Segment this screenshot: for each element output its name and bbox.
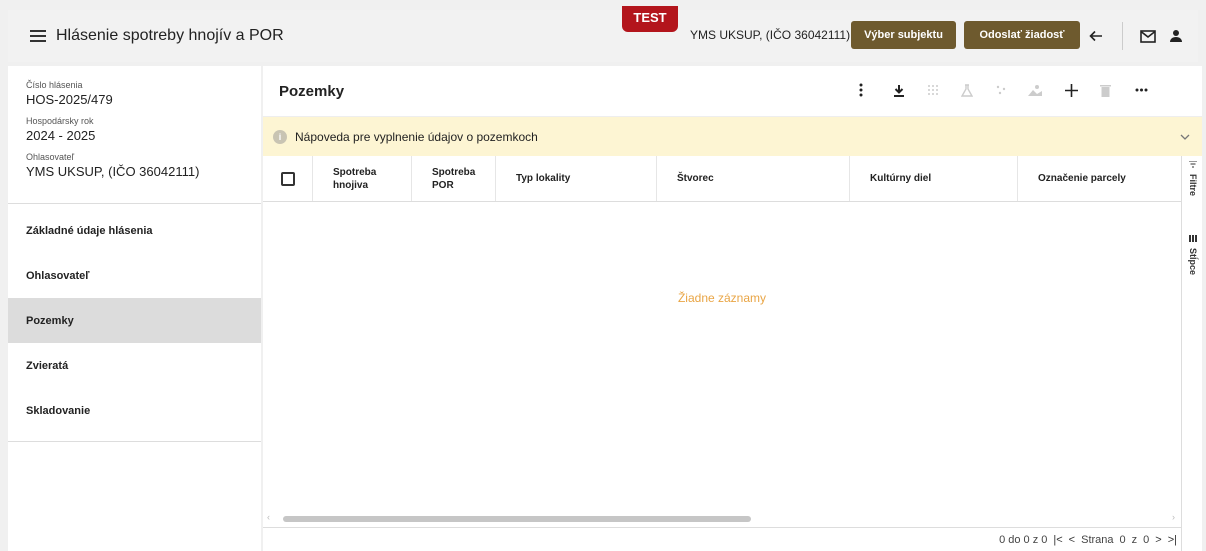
report-number-value: HOS-2025/479 [26, 92, 113, 107]
trash-icon[interactable] [1095, 80, 1115, 100]
sidebar-item-storage[interactable]: Skladovanie [8, 388, 261, 433]
columns-tab[interactable]: Stĺpce [1185, 234, 1201, 275]
field-icon[interactable] [1025, 80, 1045, 100]
row-range: 0 do 0 z 0 [999, 533, 1048, 546]
info-icon: i [273, 129, 287, 144]
scrollbar-thumb[interactable] [283, 516, 751, 522]
column-header-parcel-id[interactable]: Označenie parcely [1018, 156, 1181, 201]
reporter-value: YMS UKSUP, (IČO 36042111) [26, 164, 200, 179]
arrow-left-icon[interactable] [1086, 26, 1106, 46]
lands-grid: Spotreba hnojiva Spotreba POR Typ lokali… [263, 156, 1181, 551]
page-total: 0 [1143, 533, 1150, 546]
business-year-label: Hospodársky rok [26, 116, 94, 126]
menu-icon[interactable] [30, 30, 46, 42]
sidebar-item-basic-data[interactable]: Základné údaje hlásenia [8, 208, 261, 253]
chevron-down-icon[interactable] [1180, 129, 1190, 143]
sidebar-nav: Základné údaje hlásenia Ohlasovateľ Poze… [8, 204, 261, 433]
last-page-icon[interactable]: >| [1168, 534, 1177, 546]
business-year-value: 2024 - 2025 [26, 128, 96, 143]
filter-icon [1189, 160, 1197, 170]
column-header-square[interactable]: Štvorec [657, 156, 850, 201]
main-header: Pozemky [263, 66, 1202, 116]
more-horizontal-icon[interactable] [1131, 80, 1151, 100]
page-title: Pozemky [279, 82, 345, 100]
next-page-icon[interactable]: > [1155, 534, 1161, 546]
more-vertical-icon[interactable] [851, 80, 871, 100]
columns-tab-label: Stĺpce [1188, 248, 1198, 276]
send-request-button[interactable]: Odoslať žiadosť [964, 21, 1080, 49]
sidebar-item-animals[interactable]: Zvieratá [8, 343, 261, 388]
horizontal-scrollbar[interactable]: ‹ › [267, 512, 1175, 523]
help-accordion[interactable]: i Nápoveda pre vyplnenie údajov o pozemk… [263, 116, 1202, 156]
pagination: 0 do 0 z 0 |< < Strana 0 z 0 > >| [263, 527, 1181, 551]
select-all-checkbox[interactable] [281, 171, 295, 186]
add-icon[interactable] [1061, 80, 1081, 100]
select-all-cell [263, 156, 313, 201]
column-header-por[interactable]: Spotreba POR [412, 156, 496, 201]
report-info: Číslo hlásenia HOS-2025/479 Hospodársky … [8, 66, 261, 204]
select-subject-button[interactable]: Výber subjektu [851, 21, 956, 49]
header-divider [1122, 22, 1123, 50]
filters-tab[interactable]: Filtre [1185, 160, 1201, 196]
download-icon[interactable] [889, 80, 909, 100]
sidebar-item-lands[interactable]: Pozemky [8, 298, 261, 343]
app-header: Hlásenie spotreby hnojív a POR TEST YMS … [8, 6, 1198, 62]
columns-icon [1189, 234, 1197, 244]
mail-icon[interactable] [1138, 26, 1158, 46]
page-of-label: z [1131, 533, 1138, 546]
app-title: Hlásenie spotreby hnojív a POR [56, 27, 284, 44]
spray-icon[interactable] [991, 80, 1011, 100]
scatter-icon[interactable] [923, 80, 943, 100]
grid-header: Spotreba hnojiva Spotreba POR Typ lokali… [263, 156, 1181, 202]
page-current: 0 [1119, 533, 1126, 546]
test-badge: TEST [622, 6, 678, 32]
flask-icon[interactable] [957, 80, 977, 100]
scroll-left-icon[interactable]: ‹ [267, 512, 270, 522]
sidebar-item-reporter[interactable]: Ohlasovateľ [8, 253, 261, 298]
first-page-icon[interactable]: |< [1053, 534, 1062, 546]
report-number-label: Číslo hlásenia [26, 80, 83, 90]
main-panel: Pozemky i Nápoveda pre vyplnenie údajov … [263, 66, 1202, 551]
page-label: Strana [1081, 533, 1114, 546]
help-text: Nápoveda pre vyplnenie údajov o pozemkoc… [295, 129, 538, 144]
sidebar-divider [8, 441, 261, 442]
grid-side-panel: Filtre Stĺpce [1181, 156, 1202, 551]
scroll-right-icon[interactable]: › [1172, 512, 1175, 522]
filters-tab-label: Filtre [1188, 174, 1198, 197]
empty-message: Žiadne záznamy [677, 291, 767, 305]
current-subject: YMS UKSUP, (IČO 36042111) [690, 28, 851, 42]
previous-page-icon[interactable]: < [1069, 534, 1075, 546]
column-header-location-type[interactable]: Typ lokality [496, 156, 657, 201]
column-header-fertilizer[interactable]: Spotreba hnojiva [313, 156, 412, 201]
sidebar: Číslo hlásenia HOS-2025/479 Hospodársky … [8, 66, 261, 551]
column-header-cultural-part[interactable]: Kultúrny diel [850, 156, 1018, 201]
reporter-label: Ohlasovateľ [26, 152, 75, 162]
user-icon[interactable] [1166, 26, 1186, 46]
